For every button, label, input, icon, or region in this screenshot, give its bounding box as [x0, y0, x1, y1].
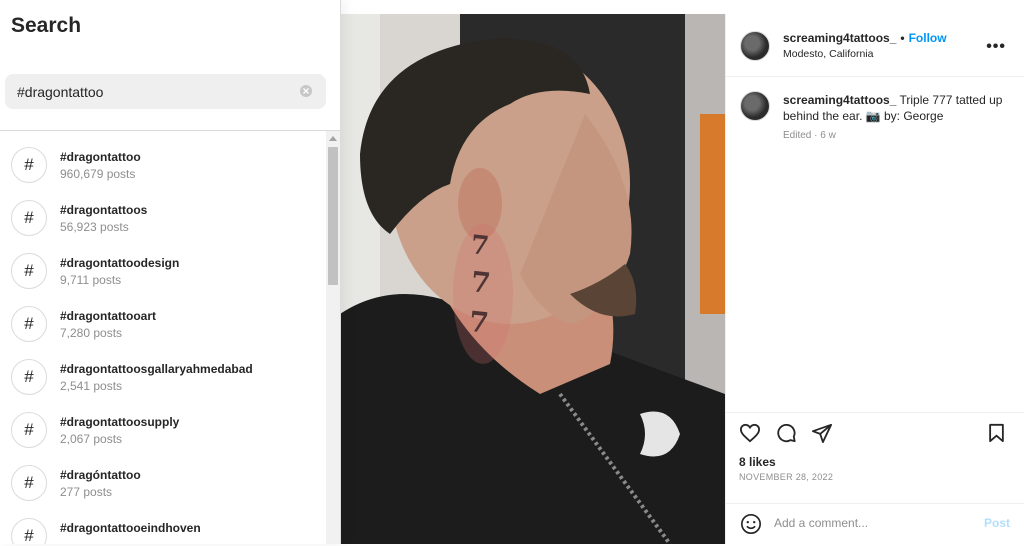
post-location[interactable]: Modesto, California — [783, 48, 873, 60]
header-separator: • — [900, 31, 905, 45]
post-header: screaming4tattoos_ • Follow Modesto, Calif… — [726, 14, 1024, 77]
search-result-tag: #dragóntattoo — [60, 468, 141, 482]
search-result-tag: #dragontattoos — [60, 203, 148, 217]
save-bookmark-icon[interactable] — [988, 423, 1005, 448]
caption: screaming4tattoos_ Triple 777 tatted up … — [783, 92, 1003, 124]
emoji-smiley-icon[interactable] — [740, 513, 762, 540]
comment-row: Post — [726, 503, 1024, 546]
like-heart-icon[interactable] — [739, 423, 761, 448]
post-date: NOVEMBER 28, 2022 — [739, 472, 834, 482]
search-result-count: 9,711 posts — [60, 273, 122, 287]
header-user-line: screaming4tattoos_ • Follow — [783, 31, 947, 45]
search-box[interactable] — [5, 74, 326, 109]
search-title: Search — [11, 14, 82, 37]
more-options-icon[interactable]: ••• — [986, 38, 1006, 56]
search-result-count: 960,679 posts — [60, 167, 136, 181]
search-result-tag: #dragontattoosgallaryahmedabad — [60, 362, 253, 376]
scroll-up-arrow-icon[interactable] — [329, 136, 337, 141]
follow-button[interactable]: Follow — [909, 31, 947, 45]
hashtag-icon: # — [11, 253, 47, 289]
search-result-item[interactable]: # #dragóntattoo 277 posts — [0, 459, 326, 512]
search-result-item[interactable]: # #dragontattoo 960,679 posts — [0, 141, 326, 194]
caption-username[interactable]: screaming4tattoos_ — [783, 93, 896, 107]
search-result-count: 2,067 posts — [60, 432, 123, 446]
search-result-count: 277 posts — [60, 485, 113, 499]
likes-count[interactable]: 8 likes — [739, 455, 776, 469]
search-result-item[interactable]: # #dragontattoodesign 9,711 posts — [0, 247, 326, 300]
search-result-item[interactable]: # #dragontattoos 56,923 posts — [0, 194, 326, 247]
clear-search-icon[interactable] — [300, 85, 312, 97]
search-result-tag: #dragontattooart — [60, 309, 156, 323]
search-result-count: 7,280 posts — [60, 326, 123, 340]
post-footer: 8 likes NOVEMBER 28, 2022 Post — [726, 412, 1024, 545]
search-result-tag: #dragontattoo — [60, 150, 141, 164]
hashtag-icon: # — [11, 412, 47, 448]
caption-meta: Edited · 6 w — [783, 130, 836, 141]
author-avatar[interactable] — [740, 31, 770, 61]
search-results-list: # #dragontattoo 960,679 posts # #dragontatto… — [0, 131, 326, 544]
caption-avatar[interactable] — [740, 91, 770, 121]
post-comment-button[interactable]: Post — [984, 516, 1010, 530]
hashtag-icon: # — [11, 518, 47, 544]
post-photo: 7 7 7 — [340, 14, 725, 544]
search-input[interactable] — [17, 82, 287, 102]
search-panel: Search # #dragontattoo 960,679 posts # #drag… — [0, 0, 341, 544]
add-comment-input[interactable] — [774, 514, 964, 532]
hashtag-icon: # — [11, 465, 47, 501]
search-result-item[interactable]: # #dragontattoosgallaryahmedabad 2,541 pos… — [0, 353, 326, 406]
search-result-tag: #dragontattoodesign — [60, 256, 180, 270]
hashtag-icon: # — [11, 200, 47, 236]
search-result-count: 56,923 posts — [60, 220, 129, 234]
scrollbar-thumb[interactable] — [328, 147, 338, 285]
search-result-tag: #dragontattooeindhoven — [60, 521, 201, 535]
share-send-icon[interactable] — [812, 423, 832, 448]
comment-bubble-icon[interactable] — [776, 423, 797, 448]
search-result-count: 2,541 posts — [60, 379, 123, 393]
hashtag-icon: # — [11, 306, 47, 342]
top-strip — [340, 0, 1024, 14]
search-result-item[interactable]: # #dragontattooeindhoven — [0, 512, 326, 544]
hashtag-icon: # — [11, 147, 47, 183]
post-image[interactable]: 7 7 7 — [340, 14, 725, 544]
hashtag-icon: # — [11, 359, 47, 395]
author-username[interactable]: screaming4tattoos_ — [783, 31, 896, 45]
post-details-panel: screaming4tattoos_ • Follow Modesto, Calif… — [725, 14, 1024, 544]
search-result-item[interactable]: # #dragontattoosupply 2,067 posts — [0, 406, 326, 459]
search-result-tag: #dragontattoosupply — [60, 415, 180, 429]
search-result-item[interactable]: # #dragontattooart 7,280 posts — [0, 300, 326, 353]
